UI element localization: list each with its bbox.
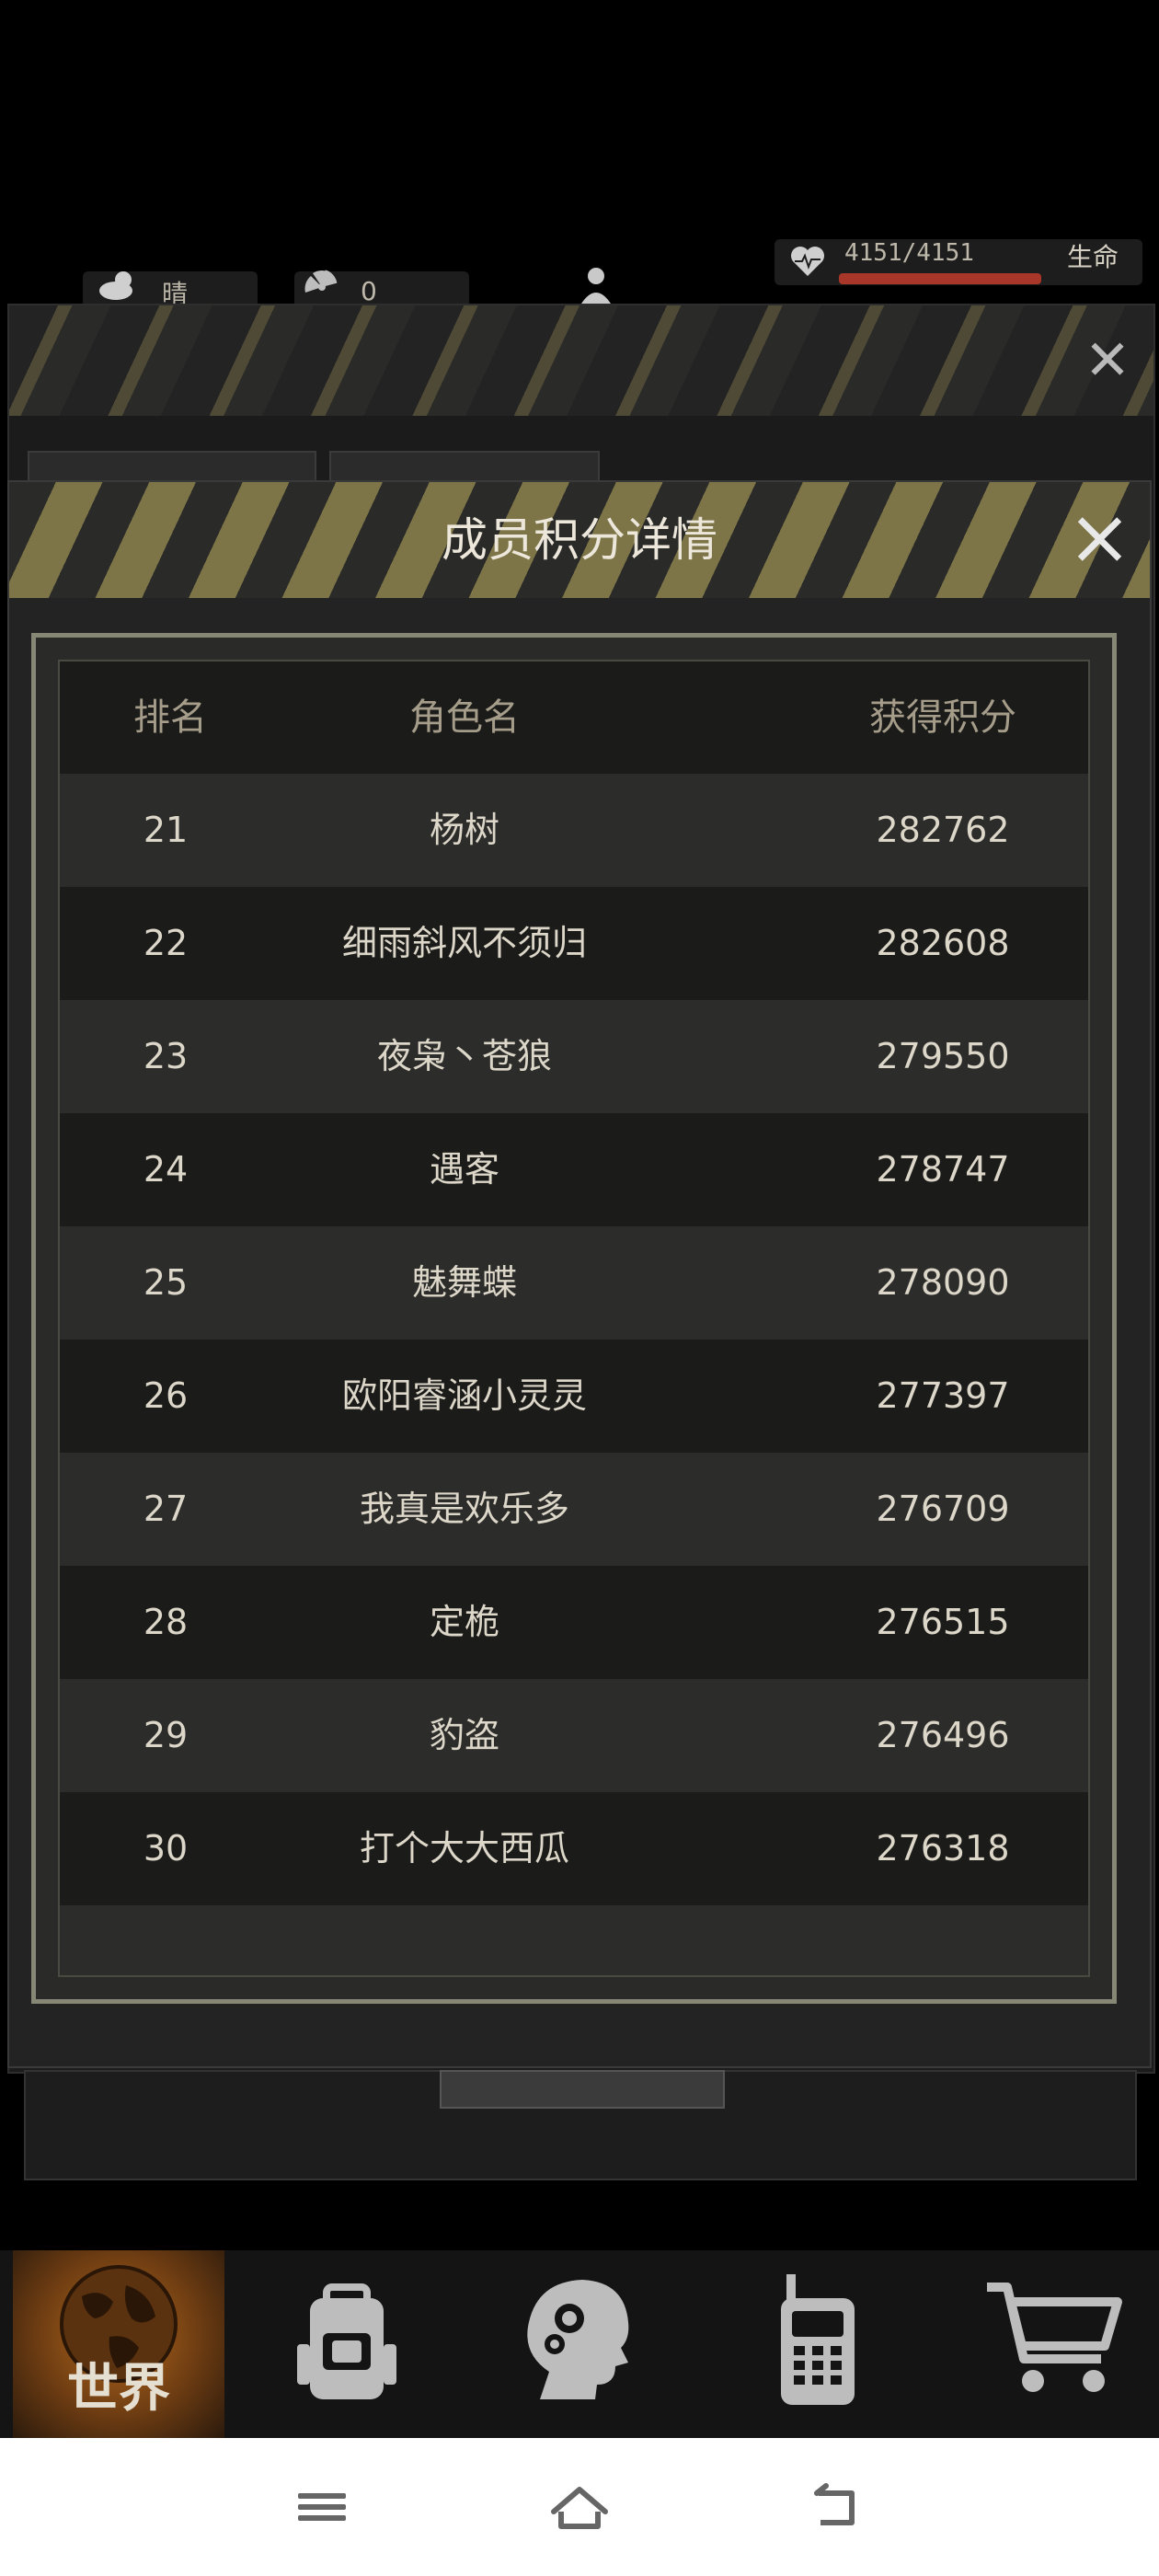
home-icon[interactable] (543, 2475, 616, 2539)
row-rank: 25 (143, 1262, 189, 1303)
row-score: 279550 (876, 1036, 1010, 1076)
bottom-navigation: 世界 (0, 2250, 1159, 2438)
system-navigation-bar (0, 2438, 1159, 2576)
table-row: 28 定桅 276515 (60, 1566, 1088, 1679)
table-row: 29 豹盗 276496 (60, 1679, 1088, 1792)
row-score: 278090 (876, 1262, 1010, 1303)
table-row-partial (60, 1905, 1088, 1975)
backpack-icon (297, 2283, 396, 2399)
cloud-sun-icon (99, 271, 132, 300)
row-name: 定桅 (429, 1602, 499, 1642)
table-body: 21 杨树 282762 22 细雨斜风不须归 282608 23 夜枭丶苍狼 … (60, 774, 1088, 1975)
person-icon (581, 268, 611, 304)
nav-shop[interactable] (947, 2250, 1159, 2438)
background-window-header (9, 305, 1153, 416)
row-name: 魅舞蝶 (411, 1262, 517, 1303)
modal-title: 成员积分详情 (442, 513, 717, 567)
table-row: 25 魅舞蝶 278090 (60, 1226, 1088, 1340)
row-rank: 30 (143, 1828, 189, 1869)
radiation-icon (304, 270, 338, 293)
brain-icon (527, 2280, 629, 2399)
nav-backpack[interactable] (241, 2250, 453, 2438)
radio-icon (781, 2274, 855, 2405)
row-name: 夜枭丶苍狼 (376, 1036, 552, 1076)
row-rank: 28 (143, 1602, 189, 1642)
row-rank: 21 (143, 810, 189, 850)
row-rank: 26 (143, 1375, 189, 1416)
row-score: 276496 (876, 1715, 1010, 1755)
table-row: 24 遇客 278747 (60, 1113, 1088, 1226)
nav-skills[interactable] (471, 2250, 683, 2438)
header-score: 获得积分 (869, 696, 1016, 739)
row-score: 277397 (876, 1375, 1010, 1416)
back-icon[interactable] (800, 2475, 874, 2539)
member-score-modal: 成员积分详情 排名 角色名 获得积分 21 杨树 282762 22 细雨斜风不… (7, 480, 1152, 2068)
heart-icon (791, 247, 824, 276)
nav-radio[interactable] (712, 2250, 924, 2438)
menu-icon[interactable] (285, 2475, 359, 2539)
header-name: 角色名 (409, 696, 520, 739)
row-score: 282608 (876, 923, 1010, 963)
background-close-icon[interactable]: ✕ (1080, 333, 1135, 388)
nav-world[interactable]: 世界 (13, 2250, 224, 2438)
row-rank: 24 (143, 1149, 189, 1190)
hp-label: 生命 (1067, 242, 1119, 272)
row-name: 打个大大西瓜 (359, 1828, 569, 1869)
row-name: 豹盗 (429, 1715, 499, 1755)
table-header: 排名 角色名 获得积分 (60, 661, 1088, 774)
row-name: 欧阳睿涵小灵灵 (341, 1375, 587, 1416)
row-name: 杨树 (429, 810, 499, 850)
table-row: 30 打个大大西瓜 276318 (60, 1792, 1088, 1905)
row-score: 276709 (876, 1489, 1010, 1529)
table-row: 27 我真是欢乐多 276709 (60, 1453, 1088, 1566)
row-rank: 23 (143, 1036, 189, 1076)
row-rank: 27 (143, 1489, 189, 1529)
row-rank: 22 (143, 923, 189, 963)
score-table-frame: 排名 角色名 获得积分 21 杨树 282762 22 细雨斜风不须归 2826… (31, 633, 1117, 2004)
hp-value: 4151/4151 (844, 239, 974, 267)
row-name: 细雨斜风不须归 (341, 923, 587, 963)
cart-icon (987, 2283, 1122, 2392)
status-bar: 晴 0 4151/4151 生命 (0, 230, 1159, 313)
row-score: 282762 (876, 810, 1010, 850)
table-row: 22 细雨斜风不须归 282608 (60, 887, 1088, 1000)
row-score: 276515 (876, 1602, 1010, 1642)
lower-tab[interactable] (440, 2070, 725, 2109)
header-rank: 排名 (133, 696, 207, 739)
nav-world-label: 世界 (67, 2359, 170, 2419)
hp-bar (839, 273, 1041, 284)
row-name: 遇客 (429, 1149, 499, 1190)
score-table[interactable]: 排名 角色名 获得积分 21 杨树 282762 22 细雨斜风不须归 2826… (58, 660, 1090, 1977)
row-rank: 29 (143, 1715, 189, 1755)
row-score: 278747 (876, 1149, 1010, 1190)
table-row: 23 夜枭丶苍狼 279550 (60, 1000, 1088, 1113)
row-name: 我真是欢乐多 (359, 1489, 569, 1529)
radiation-value: 0 (361, 276, 377, 306)
close-icon[interactable] (1071, 510, 1130, 569)
table-row: 21 杨树 282762 (60, 774, 1088, 887)
table-row: 26 欧阳睿涵小灵灵 277397 (60, 1340, 1088, 1453)
row-score: 276318 (876, 1828, 1010, 1869)
